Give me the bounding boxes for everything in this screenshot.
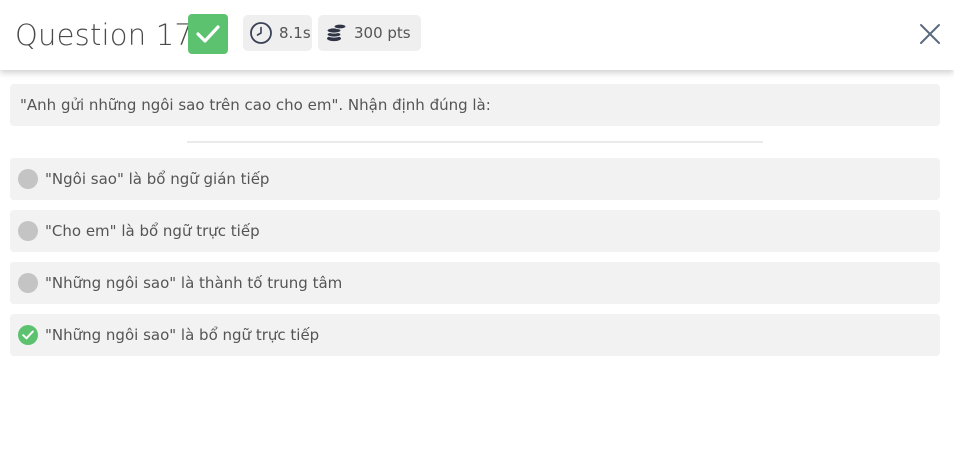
close-button[interactable]: [916, 20, 944, 48]
answer-option-label: "Cho em" là bổ ngữ trực tiếp: [45, 222, 260, 240]
close-icon: [920, 24, 940, 44]
answer-option-label: "Ngôi sao" là bổ ngữ gián tiếp: [45, 170, 270, 188]
correct-check-icon: [18, 325, 38, 345]
answer-option-1[interactable]: "Ngôi sao" là bổ ngữ gián tiếp: [10, 158, 940, 200]
correct-status-badge: [188, 14, 228, 54]
answer-option-3[interactable]: "Những ngôi sao" là thành tố trung tâm: [10, 262, 940, 304]
answer-option-2[interactable]: "Cho em" là bổ ngữ trực tiếp: [10, 210, 940, 252]
coins-icon: [324, 21, 348, 45]
radio-indicator-icon: [18, 221, 38, 241]
radio-indicator-icon: [18, 273, 38, 293]
points-value: 300 pts: [354, 24, 411, 42]
question-text: "Anh gửi những ngôi sao trên cao cho em"…: [20, 96, 491, 114]
question-title: Question 17: [15, 18, 194, 52]
time-value: 8.1s: [279, 24, 311, 42]
answer-option-label: "Những ngôi sao" là thành tố trung tâm: [45, 274, 343, 292]
answer-option-4[interactable]: "Những ngôi sao" là bổ ngữ trực tiếp: [10, 314, 940, 356]
radio-indicator-icon: [18, 169, 38, 189]
answer-option-label: "Những ngôi sao" là bổ ngữ trực tiếp: [45, 326, 320, 344]
time-chip: 8.1s: [243, 15, 312, 51]
question-text-box: "Anh gửi những ngôi sao trên cao cho em"…: [10, 84, 940, 126]
divider: [187, 141, 763, 143]
clock-icon: [249, 21, 273, 45]
check-icon: [196, 25, 220, 43]
points-chip: 300 pts: [318, 15, 421, 51]
question-header: Question 17 8.1s 300 pts: [0, 0, 954, 70]
